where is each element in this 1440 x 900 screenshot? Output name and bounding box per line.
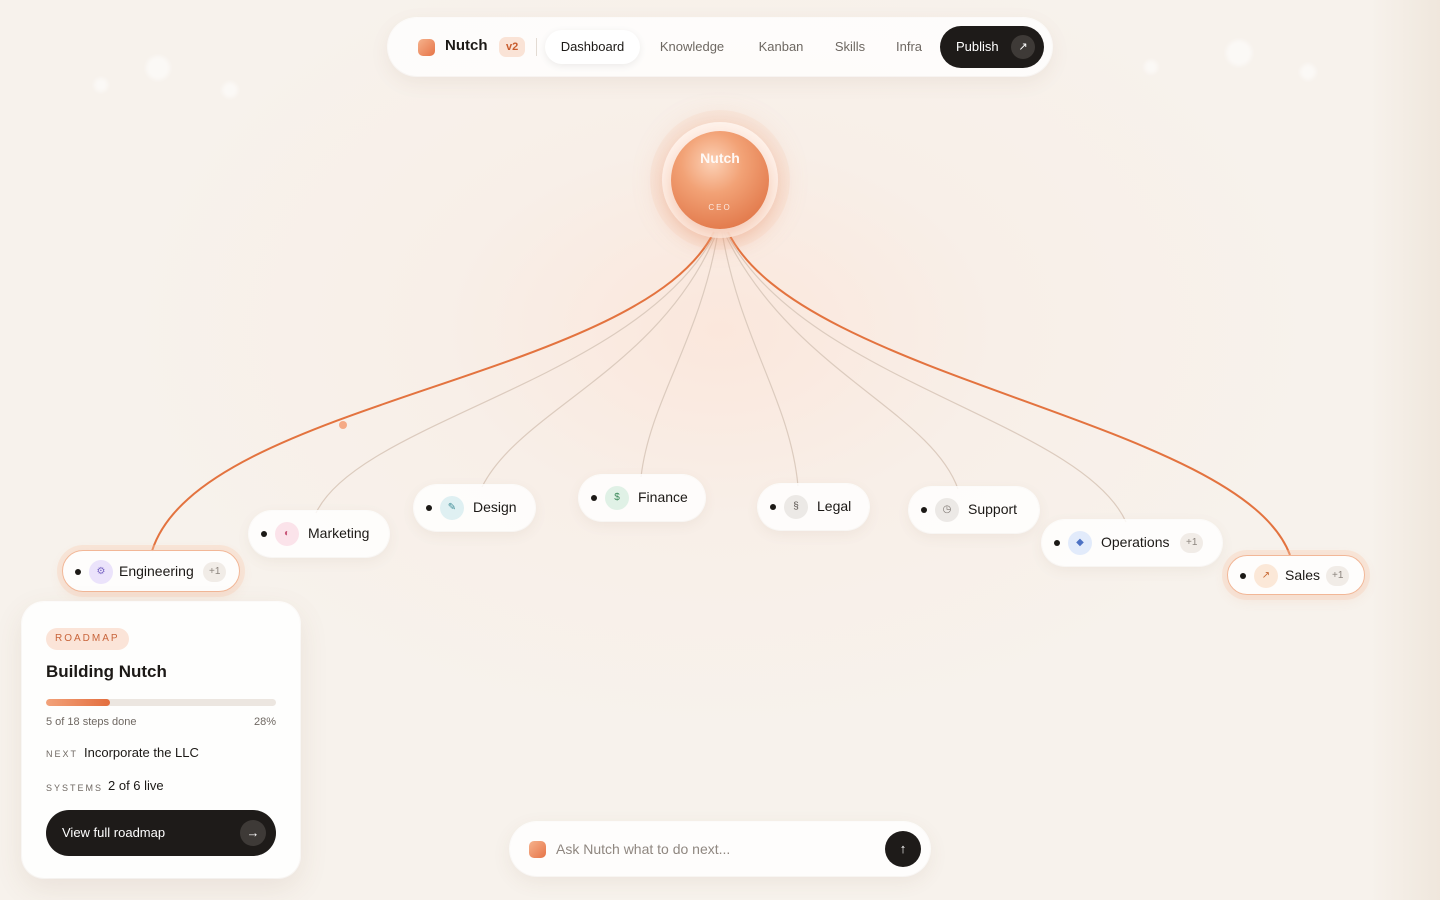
count-badge: +1 [203, 562, 227, 582]
diamond-icon: ◆ [1068, 531, 1092, 555]
systems-key: SYSTEMS [46, 783, 104, 793]
roadmap-title: Building Nutch [46, 662, 167, 681]
dept-node-finance[interactable]: $ Finance [579, 475, 705, 521]
dept-label: Legal [817, 498, 852, 514]
arrow-right-icon: → [240, 820, 266, 846]
section-icon: § [784, 495, 808, 519]
next-value: Incorporate the LLC [84, 745, 199, 760]
status-dot [426, 505, 432, 511]
ceo-node[interactable]: Nutch CEO [671, 131, 769, 229]
status-dot [591, 495, 597, 501]
connector-support [723, 231, 959, 490]
roadmap-percent: 28% [253, 716, 276, 728]
connector-finance [640, 231, 719, 478]
ceo-role: CEO [708, 203, 732, 212]
arrow-up-icon: ↑ [899, 841, 907, 856]
dept-node-legal[interactable]: § Legal [758, 484, 869, 530]
ceo-name: Nutch [700, 150, 740, 166]
dept-node-engineering[interactable]: ⚙ Engineering +1 [62, 550, 240, 592]
view-roadmap-button[interactable]: View full roadmap → [46, 810, 276, 856]
dept-node-support[interactable]: ◷ Support [909, 487, 1039, 533]
send-button[interactable]: ↑ [885, 831, 921, 867]
next-key: NEXT [46, 749, 79, 759]
roadmap-badge: ROADMAP [46, 628, 129, 650]
ask-input[interactable] [556, 836, 876, 862]
brand-logo-icon [529, 841, 546, 858]
systems-value: 2 of 6 live [108, 778, 164, 793]
connector-marketing [315, 231, 717, 514]
connector-legal [721, 231, 799, 487]
dept-label: Marketing [308, 525, 370, 541]
dept-label: Operations [1101, 534, 1170, 550]
connector-design [481, 231, 718, 488]
dept-label: Finance [638, 489, 688, 505]
clock-icon: ◷ [935, 498, 959, 522]
dept-label: Design [473, 499, 517, 515]
view-roadmap-label: View full roadmap [62, 825, 166, 840]
status-dot [75, 569, 81, 575]
roadmap-progress-bar [46, 699, 276, 706]
count-badge: +1 [1180, 533, 1204, 553]
dept-node-sales[interactable]: ↗ Sales +1 [1227, 555, 1365, 595]
roadmap-progress-fill [46, 699, 111, 706]
roadmap-card: ROADMAP Building Nutch 5 of 18 steps don… [22, 602, 300, 878]
roadmap-steps-text: 5 of 18 steps done [46, 716, 137, 728]
dept-node-operations[interactable]: ◆ Operations +1 [1042, 520, 1222, 566]
dept-node-marketing[interactable]: ◐ Marketing [249, 511, 389, 557]
status-dot [1054, 540, 1060, 546]
contrast-icon: ◐ [275, 522, 299, 546]
gear-icon: ⚙ [89, 560, 113, 584]
dollar-icon: $ [605, 486, 629, 510]
status-dot [921, 507, 927, 513]
dept-label: Sales [1285, 567, 1321, 583]
connector-operations [725, 231, 1127, 523]
status-dot [770, 504, 776, 510]
arrow-up-right-icon: ↗ [1254, 564, 1278, 588]
ask-bar: ↑ [510, 822, 930, 876]
status-dot [261, 531, 267, 537]
dept-node-design[interactable]: ✎ Design [414, 485, 535, 531]
dept-label: Engineering [119, 563, 194, 579]
count-badge: +1 [1326, 566, 1350, 586]
dept-label: Support [968, 501, 1018, 517]
status-dot [1240, 573, 1246, 579]
signal-dot [339, 421, 347, 429]
pencil-icon: ✎ [440, 496, 464, 520]
